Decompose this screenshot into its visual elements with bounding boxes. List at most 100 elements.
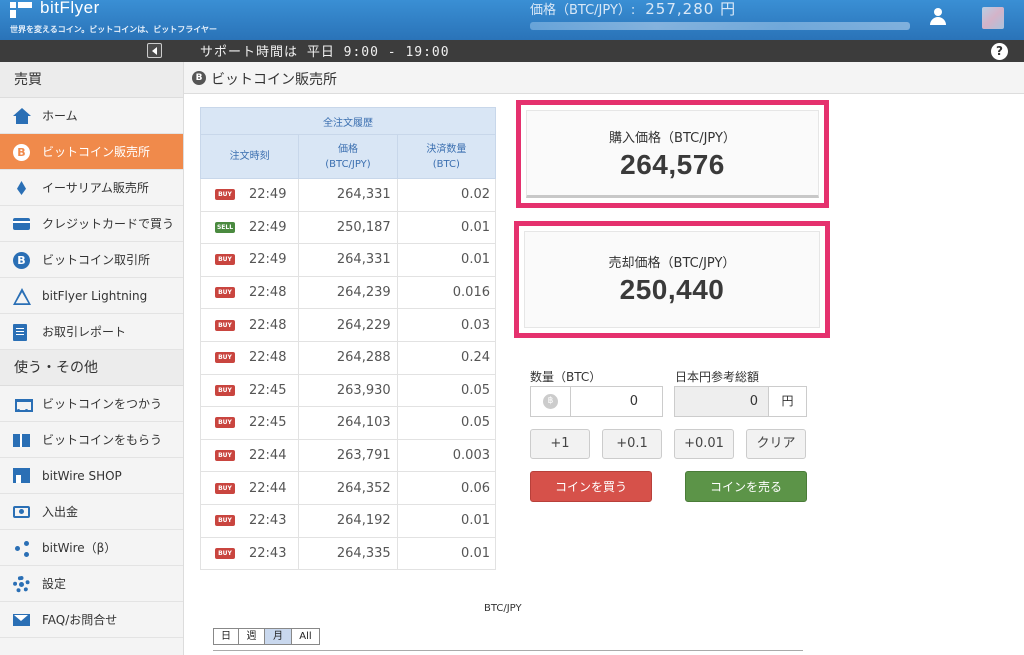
order-price: 264,103 — [298, 406, 398, 440]
chart-range-tabs: 日 週 月 All — [213, 628, 320, 645]
table-row: BUY 22:45 263,930 0.05 — [199, 373, 497, 408]
sidebar-item-label: お取引レポート — [42, 325, 127, 339]
column-header-price-line2: (BTC/JPY) — [325, 158, 371, 170]
sell-coin-button[interactable]: コインを売る — [685, 471, 807, 502]
sidebar-item-deposit[interactable]: 入出金 — [0, 494, 183, 530]
sidebar-item-label: 入出金 — [42, 505, 79, 519]
credit-card-icon — [13, 218, 30, 230]
shop-icon — [13, 468, 30, 483]
order-quantity: 0.02 — [396, 178, 497, 212]
sidebar-item-label: ビットコインをつかう — [42, 397, 163, 411]
order-time-cell: SELL 22:49 — [199, 210, 300, 245]
sidebar-item-bitcoin-shop[interactable]: B ビットコイン販売所 — [0, 134, 183, 170]
yen-total-value: 0 — [749, 394, 758, 409]
sidebar-item-label: bitFlyer Lightning — [42, 289, 148, 303]
table-row: BUY 22:49 264,331 0.02 — [199, 178, 497, 212]
sidebar-item-use-bitcoin[interactable]: ビットコインをつかう — [0, 386, 183, 422]
order-side-badge: BUY — [215, 287, 235, 299]
order-side-badge: BUY — [215, 482, 235, 494]
table-row: SELL 22:49 250,187 0.01 — [199, 210, 497, 245]
order-side-badge: SELL — [215, 221, 235, 233]
info-bar: サポート時間は 平日 9:00 - 19:00 ? — [0, 40, 1024, 62]
price-ticker-label: 価格（BTC/JPY）: — [530, 3, 636, 18]
order-time: 22:44 — [249, 480, 287, 496]
order-quantity: 0.01 — [396, 503, 497, 538]
order-history-table: 全注文履歴 注文時刻 価格 (BTC/JPY) 決済数量 (BTC) BUY 22:4… — [199, 107, 497, 571]
support-hours: サポート時間は 平日 9:00 - 19:00 — [200, 45, 450, 60]
order-side-badge: BUY — [215, 417, 235, 429]
add-0.1-button[interactable]: +0.1 — [602, 429, 662, 459]
money-icon — [13, 506, 30, 518]
page-title: ビットコイン販売所 — [211, 72, 337, 88]
sidebar-item-label: FAQ/お問合せ — [42, 613, 118, 627]
order-quantity: 0.05 — [396, 373, 497, 408]
table-row: BUY 22:49 264,331 0.01 — [199, 243, 497, 277]
sidebar-item-ethereum-shop[interactable]: イーサリアム販売所 — [0, 170, 183, 206]
column-header-qty: 決済数量 (BTC) — [396, 134, 497, 179]
order-side-badge: BUY — [215, 254, 235, 266]
sidebar-section-trade: 売買 — [0, 62, 183, 98]
sidebar-item-bitcoin-exchange[interactable]: B ビットコイン取引所 — [0, 242, 183, 278]
range-tab-day[interactable]: 日 — [214, 629, 239, 644]
sidebar-item-credit-card[interactable]: クレジットカードで買う — [0, 206, 183, 242]
order-time: 22:48 — [249, 350, 287, 366]
sidebar-collapse-icon[interactable] — [147, 43, 162, 58]
buy-coin-button[interactable]: コインを買う — [530, 471, 652, 502]
order-time: 22:49 — [249, 219, 287, 235]
clear-button[interactable]: クリア — [746, 429, 806, 459]
order-quantity: 0.24 — [396, 340, 497, 375]
gear-icon — [13, 576, 30, 593]
range-tab-all[interactable]: All — [292, 629, 319, 644]
order-time-cell: BUY 22:48 — [199, 275, 300, 310]
sidebar-item-bitwire-shop[interactable]: bitWire SHOP — [0, 458, 183, 494]
sidebar-item-label: bitWire（β） — [42, 541, 117, 555]
order-side-badge: BUY — [215, 450, 235, 462]
order-price: 264,239 — [298, 275, 398, 310]
order-quantity: 0.01 — [396, 210, 497, 245]
order-side-badge: BUY — [215, 319, 235, 331]
order-price: 250,187 — [298, 210, 398, 245]
buy-price-value: 264,576 — [620, 149, 725, 180]
bitcoin-icon: B — [13, 252, 30, 269]
table-row: BUY 22:43 264,192 0.01 — [199, 503, 497, 538]
sidebar-item-label: bitWire SHOP — [42, 469, 122, 483]
sidebar-item-lightning[interactable]: bitFlyer Lightning — [0, 278, 183, 314]
order-quantity: 0.05 — [396, 406, 497, 440]
price-ticker: 価格（BTC/JPY）: 257,280 円 — [530, 0, 736, 19]
order-time: 22:45 — [249, 415, 287, 431]
sidebar-item-home[interactable]: ホーム — [0, 98, 183, 134]
sidebar-item-get-bitcoin[interactable]: ビットコインをもらう — [0, 422, 183, 458]
order-quantity: 0.03 — [396, 308, 497, 342]
main-content: B ビットコイン販売所 全注文履歴 注文時刻 価格 (BTC/JPY) 決済数量 (… — [184, 62, 1024, 655]
order-time: 22:44 — [249, 448, 287, 464]
add-1-button[interactable]: +1 — [530, 429, 590, 459]
range-tab-week[interactable]: 週 — [239, 629, 265, 644]
order-price: 263,791 — [298, 438, 398, 473]
order-time: 22:45 — [249, 382, 287, 398]
top-header: bitFlyer 世界を変えるコイン。ビットコインは、ビットフライヤー 価格（B… — [0, 0, 1024, 40]
order-time-cell: BUY 22:43 — [199, 536, 300, 571]
help-icon[interactable]: ? — [991, 43, 1008, 60]
table-row: BUY 22:44 263,791 0.003 — [199, 438, 497, 473]
order-time-cell: BUY 22:45 — [199, 406, 300, 440]
sidebar-item-report[interactable]: お取引レポート — [0, 314, 183, 350]
blurred-account-info — [530, 22, 910, 30]
sell-price-box: 売却価格（BTC/JPY） 250,440 — [514, 221, 830, 338]
order-time-cell: BUY 22:49 — [199, 243, 300, 277]
buy-price-label: 購入価格（BTC/JPY） — [609, 131, 736, 146]
avatar[interactable] — [982, 7, 1004, 29]
order-side-badge: BUY — [215, 515, 235, 527]
sidebar-item-label: クレジットカードで買う — [42, 217, 175, 231]
sidebar-item-label: 設定 — [42, 577, 67, 591]
quantity-field[interactable]: 0 — [530, 386, 663, 417]
order-price: 264,352 — [298, 471, 398, 505]
add-0.01-button[interactable]: +0.01 — [674, 429, 734, 459]
sidebar-item-bitwire[interactable]: bitWire（β） — [0, 530, 183, 566]
range-tab-month[interactable]: 月 — [265, 629, 292, 644]
sidebar: 売買 ホーム B ビットコイン販売所 イーサリアム販売所 クレジットカードで買う… — [0, 62, 184, 655]
sidebar-item-faq[interactable]: FAQ/お問合せ — [0, 602, 183, 638]
order-time-cell: BUY 22:49 — [199, 178, 300, 212]
yen-unit: 円 — [768, 387, 806, 416]
sidebar-item-settings[interactable]: 設定 — [0, 566, 183, 602]
user-icon[interactable] — [929, 8, 947, 26]
